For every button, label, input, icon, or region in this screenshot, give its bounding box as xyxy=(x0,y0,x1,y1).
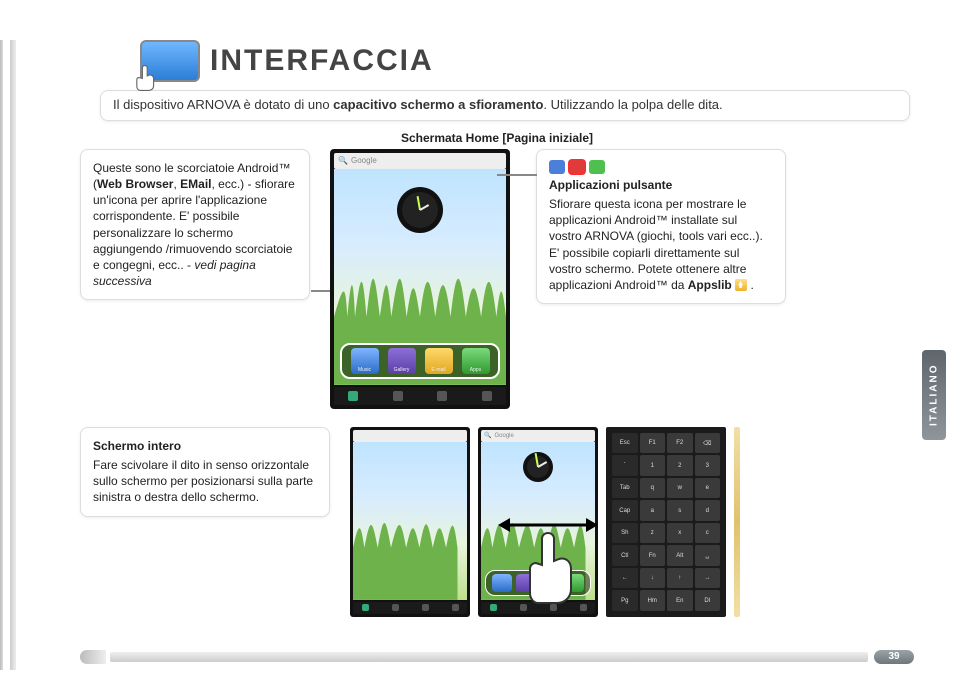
footer-wave-icon xyxy=(80,650,106,664)
pointing-hand-icon xyxy=(132,60,164,92)
swipe-body: Fare scivolare il dito in senso orizzont… xyxy=(93,457,317,506)
phone-search-bar: 🔍 Google xyxy=(334,153,506,169)
keyboard-key: q xyxy=(640,478,666,499)
keyboard-key: x xyxy=(667,523,693,544)
phone-dock: Music Gallery E-mail Apps xyxy=(340,343,500,379)
callout-shortcuts: Queste sono le scorciatoie Android™ (Web… xyxy=(80,149,310,301)
phone-mock-main: 🔍 Google Music Gallery E-mail Apps xyxy=(330,149,510,409)
device-edge xyxy=(734,427,740,617)
page-spine-inner xyxy=(10,40,16,670)
page-spine-outer xyxy=(0,40,3,670)
keyboard-key: → xyxy=(695,568,721,589)
keyboard-key: ← xyxy=(612,568,638,589)
page-footer: 39 xyxy=(80,650,914,664)
keyboard-key: a xyxy=(640,500,666,521)
keyboard-key: En xyxy=(667,590,693,611)
callout-swipe: Schermo intero Fare scivolare il dito in… xyxy=(80,427,330,517)
keyboard-key: ␣ xyxy=(695,545,721,566)
keyboard-key: 2 xyxy=(667,455,693,476)
dock-icon-apps: Apps xyxy=(462,348,490,374)
keyboard-key: 3 xyxy=(695,455,721,476)
home-screen-label: Schermata Home [Pagina iniziale] xyxy=(80,131,914,145)
mini-icon-3 xyxy=(589,160,605,174)
keyboard-key: Hm xyxy=(640,590,666,611)
keyboard-key: c xyxy=(695,523,721,544)
keyboard-key: s xyxy=(667,500,693,521)
keyboard-key: d xyxy=(695,500,721,521)
callout-apps-button: Applicazioni pulsante Sfiorare questa ic… xyxy=(536,149,786,304)
keyboard-key: Tab xyxy=(612,478,638,499)
keyboard-key: Pg xyxy=(612,590,638,611)
keyboard-key: F2 xyxy=(667,433,693,454)
phone-nav-buttons xyxy=(334,387,506,405)
apps-heading: Applicazioni pulsante xyxy=(549,177,773,193)
keyboard-key: w xyxy=(667,478,693,499)
phone-mock-left xyxy=(350,427,470,617)
leader-line-right xyxy=(497,174,537,176)
keyboard-key: ↓ xyxy=(640,568,666,589)
phone-mock-keyboard: EscF1F2⌫ `123 Tabqwe Capasd Shzxc CtlFnAlt␣ ←↓… xyxy=(606,427,726,617)
keyboard-key: ` xyxy=(612,455,638,476)
apps-body-bold: Appslib xyxy=(688,278,732,292)
dock-icon-email: E-mail xyxy=(425,348,453,374)
keyboard-key: F1 xyxy=(640,433,666,454)
search-icon: 🔍 xyxy=(484,432,491,439)
apps-small-icons xyxy=(549,160,773,174)
keyboard-key: ↑ xyxy=(667,568,693,589)
page-title: INTERFACCIA xyxy=(210,44,434,78)
search-icon: 🔍 xyxy=(338,156,348,165)
dock-icon-music: Music xyxy=(351,348,379,374)
keyboard-key: Cap xyxy=(612,500,638,521)
apps-body-post: . xyxy=(747,278,754,292)
touchscreen-badge xyxy=(140,40,200,82)
keyboard-key: Sh xyxy=(612,523,638,544)
intro-text-post: . Utilizzando la polpa delle dita. xyxy=(543,97,722,112)
keyboard-key: Dl xyxy=(695,590,721,611)
intro-text-bold: capacitivo schermo a sfioramento xyxy=(333,97,543,112)
footer-bar xyxy=(110,652,868,662)
keyboard-key: Fn xyxy=(640,545,666,566)
swipe-heading: Schermo intero xyxy=(93,438,317,454)
keyboard-key: z xyxy=(640,523,666,544)
language-tab: ITALIANO xyxy=(922,350,946,440)
intro-box: Il dispositivo ARNOVA è dotato di uno ca… xyxy=(100,90,910,121)
appslib-icon xyxy=(735,279,747,291)
dock-icon-gallery: Gallery xyxy=(388,348,416,374)
mini-icon-1 xyxy=(549,160,565,174)
phone-mock-middle: 🔍Google xyxy=(478,427,598,617)
intro-text-pre: Il dispositivo ARNOVA è dotato di uno xyxy=(113,97,333,112)
keyboard-key: ⌫ xyxy=(695,433,721,454)
keyboard-key: e xyxy=(695,478,721,499)
search-label: Google xyxy=(351,156,377,165)
clock-widget xyxy=(397,187,443,233)
shortcuts-bold-1: Web Browser xyxy=(97,177,173,191)
shortcuts-bold-2: EMail xyxy=(180,177,211,191)
page-number: 39 xyxy=(874,650,914,664)
keyboard-key: Alt xyxy=(667,545,693,566)
keyboard-key: Ctl xyxy=(612,545,638,566)
keyboard-key: Esc xyxy=(612,433,638,454)
keyboard-key: 1 xyxy=(640,455,666,476)
mini-icon-highlight xyxy=(569,160,585,174)
